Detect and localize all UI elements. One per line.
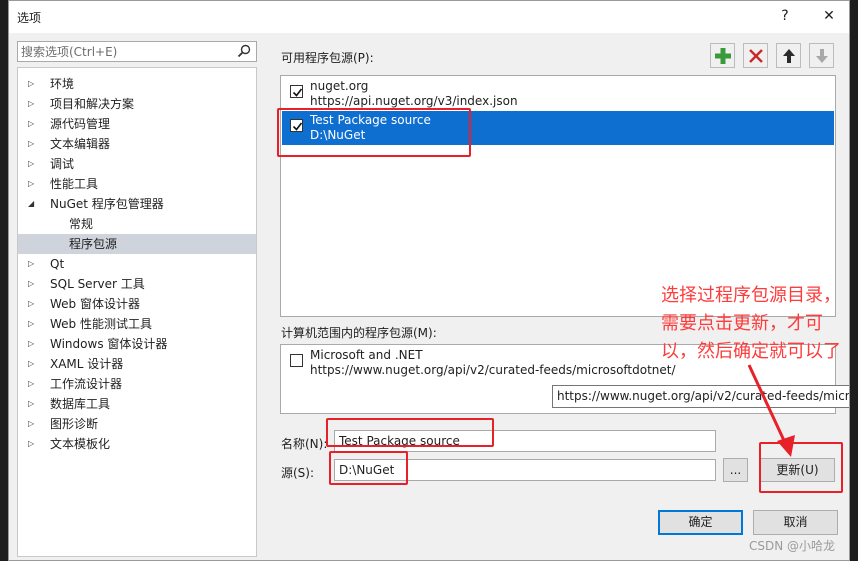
available-sources-label: 可用程序包源(P):: [281, 51, 374, 65]
tree-item-source-control[interactable]: ▷ 源代码管理: [18, 114, 256, 134]
annotation-arrow-icon: [747, 364, 795, 457]
tree-item-projects-solutions[interactable]: ▷ 项目和解决方案: [18, 94, 256, 114]
tree-item-package-sources[interactable]: 程序包源: [18, 234, 256, 254]
move-up-button[interactable]: [776, 43, 801, 68]
machine-sources-label: 计算机范围内的程序包源(M):: [281, 326, 437, 340]
source-label: 源(S):: [281, 466, 315, 480]
search-box: [17, 41, 257, 62]
search-icon[interactable]: [237, 44, 251, 58]
name-label: 名称(N):: [281, 437, 328, 451]
options-tree: ▷ 环境 ▷ 项目和解决方案 ▷ 源代码管理 ▷ 文本编辑器 ▷ 调试 ▷ 性能工具 ◢ Nu…: [17, 67, 257, 557]
tree-item-windows-forms-designer[interactable]: ▷ Windows 窗体设计器: [18, 334, 256, 354]
expand-arrow-icon[interactable]: ▷: [28, 274, 38, 294]
watermark: CSDN @小哈龙: [749, 539, 836, 553]
expand-arrow-icon[interactable]: ▷: [28, 134, 38, 154]
arrow-down-icon: [816, 49, 828, 63]
expand-arrow-icon[interactable]: ▷: [28, 294, 38, 314]
highlight-selected-source: [277, 108, 471, 157]
collapse-arrow-icon[interactable]: ◢: [28, 194, 38, 214]
remove-source-button[interactable]: [743, 43, 768, 68]
expand-arrow-icon[interactable]: ▷: [28, 374, 38, 394]
expand-arrow-icon[interactable]: ▷: [28, 174, 38, 194]
tree-item-database-tools[interactable]: ▷ 数据库工具: [18, 394, 256, 414]
expand-arrow-icon[interactable]: ▷: [28, 74, 38, 94]
checkbox[interactable]: [290, 354, 303, 367]
expand-arrow-icon[interactable]: ▷: [28, 314, 38, 334]
annotation-text: 选择过程序包源目录，需要点击更新，才可以，然后确定就可以了: [661, 285, 841, 362]
tree-item-debugging[interactable]: ▷ 调试: [18, 154, 256, 174]
highlight-name-field: [326, 418, 494, 447]
tree-item-sql-server-tools[interactable]: ▷ SQL Server 工具: [18, 274, 256, 294]
remove-x-icon: [749, 49, 763, 63]
tree-item-text-templating[interactable]: ▷ 文本模板化: [18, 434, 256, 454]
expand-arrow-icon[interactable]: ▷: [28, 434, 38, 454]
tree-item-workflow-designer[interactable]: ▷ 工作流设计器: [18, 374, 256, 394]
expand-arrow-icon[interactable]: ▷: [28, 354, 38, 374]
help-button[interactable]: ?: [773, 6, 797, 26]
plus-icon: [715, 48, 731, 64]
tree-item-text-editor[interactable]: ▷ 文本编辑器: [18, 134, 256, 154]
tree-item-nuget[interactable]: ◢ NuGet 程序包管理器: [18, 194, 256, 214]
tree-item-web-forms-designer[interactable]: ▷ Web 窗体设计器: [18, 294, 256, 314]
search-input[interactable]: [21, 43, 231, 60]
window-title: 选项: [17, 11, 42, 25]
expand-arrow-icon[interactable]: ▷: [28, 154, 38, 174]
cancel-button[interactable]: 取消: [753, 510, 838, 535]
tree-item-environment[interactable]: ▷ 环境: [18, 74, 256, 94]
source-row-nuget-org[interactable]: nuget.org https://api.nuget.org/v3/index…: [282, 77, 834, 111]
tree-item-nuget-general[interactable]: 常规: [18, 214, 256, 234]
tree-item-graphics-diagnostics[interactable]: ▷ 图形诊断: [18, 414, 256, 434]
expand-arrow-icon[interactable]: ▷: [28, 394, 38, 414]
tree-item-xaml-designer[interactable]: ▷ XAML 设计器: [18, 354, 256, 374]
close-button[interactable]: ✕: [817, 6, 841, 26]
expand-arrow-icon[interactable]: ▷: [28, 334, 38, 354]
checkbox[interactable]: [290, 85, 303, 98]
highlight-source-field: [329, 451, 408, 485]
check-icon: [292, 88, 303, 97]
browse-button[interactable]: ...: [723, 458, 748, 482]
ok-button[interactable]: 确定: [658, 510, 743, 535]
expand-arrow-icon[interactable]: ▷: [28, 414, 38, 434]
expand-arrow-icon[interactable]: ▷: [28, 94, 38, 114]
title-bar: 选项 ? ✕: [9, 1, 849, 33]
tree-item-web-perf-test[interactable]: ▷ Web 性能测试工具: [18, 314, 256, 334]
background-editor-strip: [0, 0, 8, 561]
expand-arrow-icon[interactable]: ▷: [28, 254, 38, 274]
tree-item-performance-tools[interactable]: ▷ 性能工具: [18, 174, 256, 194]
add-source-button[interactable]: [710, 43, 735, 68]
options-dialog: 选项 ? ✕ ▷环境 ▷项目和解决方案 ▷源代码管理 ▷文本编辑器 ▷调试 ▷性…: [8, 0, 850, 561]
tree-item-qt[interactable]: ▷ Qt: [18, 254, 256, 274]
expand-arrow-icon[interactable]: ▷: [28, 114, 38, 134]
arrow-up-icon: [783, 49, 795, 63]
move-down-button[interactable]: [809, 43, 834, 68]
